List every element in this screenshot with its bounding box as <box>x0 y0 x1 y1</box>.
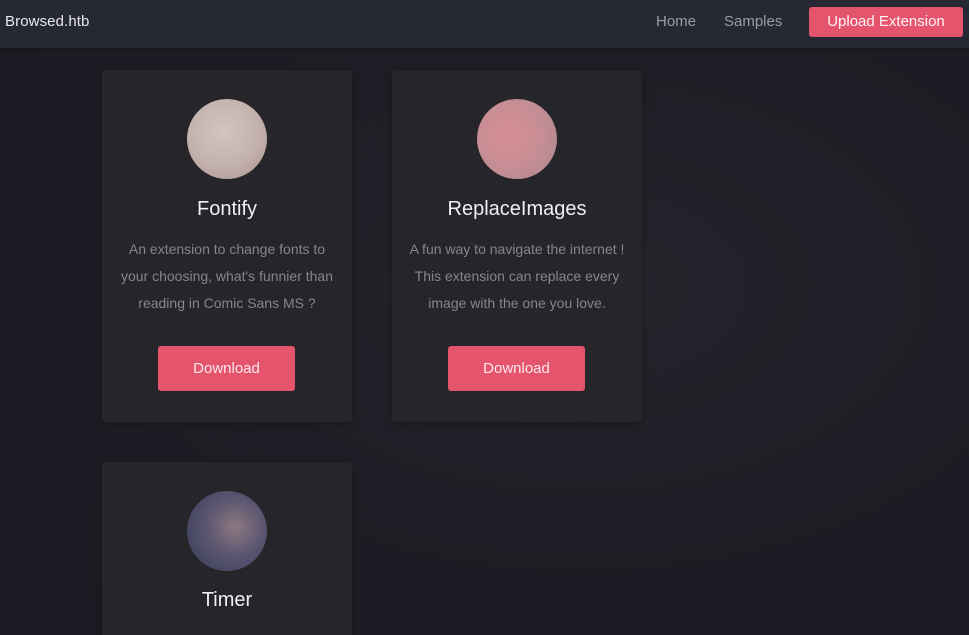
download-button-replaceimages[interactable]: Download <box>448 346 585 391</box>
nav-link-home[interactable]: Home <box>656 13 696 30</box>
extension-title: Timer <box>201 589 253 611</box>
upload-extension-button[interactable]: Upload Extension <box>809 7 963 37</box>
extension-image-icon <box>477 99 557 179</box>
extension-description: A fun way to navigate the internet ! Thi… <box>409 241 625 311</box>
extension-title: ReplaceImages <box>447 198 587 220</box>
extension-image-icon <box>187 491 267 571</box>
download-button-fontify[interactable]: Download <box>158 346 295 391</box>
nav-link-samples[interactable]: Samples <box>724 13 782 30</box>
extension-card-replaceimages: ReplaceImages A fun way to navigate the … <box>392 70 642 422</box>
brand-link[interactable]: Browsed.htb <box>5 13 89 30</box>
extension-title: Fontify <box>196 198 258 220</box>
extension-card-fontify: Fontify An extension to change fonts to … <box>102 70 352 422</box>
navbar: Browsed.htb Home Samples Upload Extensio… <box>0 0 969 48</box>
extension-card-timer: Timer <box>102 462 352 635</box>
extension-description: An extension to change fonts to your cho… <box>120 241 334 311</box>
extension-image-icon <box>187 99 267 179</box>
page: Browsed.htb Home Samples Upload Extensio… <box>0 0 969 635</box>
